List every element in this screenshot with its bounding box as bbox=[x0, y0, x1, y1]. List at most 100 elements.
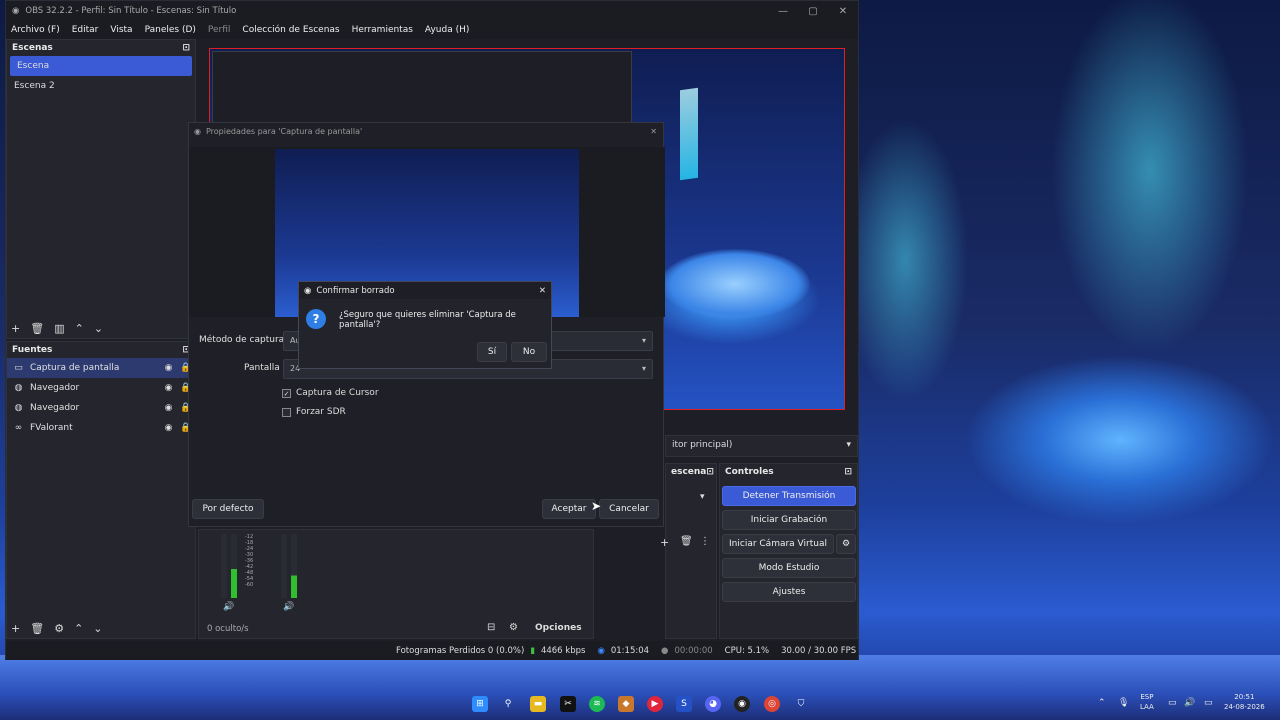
microphone-icon[interactable]: 🎙 bbox=[1118, 698, 1129, 708]
trash-icon[interactable]: 🗑 bbox=[30, 322, 44, 335]
dock-float-icon[interactable]: ⊡ bbox=[706, 467, 714, 477]
arrow-up-icon[interactable]: ⌃ bbox=[75, 322, 84, 335]
start-recording-button[interactable]: Iniciar Grabación bbox=[722, 510, 856, 530]
confirm-title: Confirmar borrado bbox=[316, 285, 395, 296]
accept-button[interactable]: Aceptar bbox=[542, 499, 596, 519]
trash-icon[interactable]: 🗑 bbox=[30, 622, 44, 635]
close-button[interactable]: ✕ bbox=[828, 6, 858, 17]
arrow-up-icon[interactable]: ⌃ bbox=[74, 622, 83, 635]
menu-coleccion[interactable]: Colección de Escenas bbox=[242, 25, 339, 35]
add-icon[interactable]: + bbox=[11, 622, 20, 635]
hidden-count: 0 oculto/s bbox=[207, 624, 249, 634]
add-icon[interactable]: + bbox=[11, 322, 20, 335]
folder-icon[interactable]: ▬ bbox=[530, 696, 546, 712]
media-player-icon[interactable]: ▶ bbox=[647, 696, 663, 712]
studio-mode-button[interactable]: Modo Estudio bbox=[722, 558, 856, 578]
eye-icon[interactable]: ◉ bbox=[163, 363, 174, 373]
preview-nested-window bbox=[212, 51, 632, 131]
stop-stream-button[interactable]: Detener Transmisión bbox=[722, 486, 856, 506]
pillow-shape bbox=[660, 249, 810, 319]
chevron-down-icon: ▾ bbox=[641, 336, 646, 345]
volume-meter-level bbox=[291, 534, 297, 598]
menu-editar[interactable]: Editar bbox=[72, 25, 99, 35]
audio-mixer-dock: -12 -18 -24 -30 -36 -42 -48 -54 -60 🔊 🔊 0 oculto… bbox=[198, 529, 594, 639]
scene-item[interactable]: Escena 2 bbox=[7, 76, 195, 96]
checkbox-checked-icon: ✓ bbox=[282, 388, 291, 398]
mixer-settings-icon[interactable]: ⚙ bbox=[509, 622, 518, 633]
obs-logo-icon: ◉ bbox=[194, 127, 201, 136]
eye-icon[interactable]: ◉ bbox=[163, 403, 174, 413]
yes-button[interactable]: Sí bbox=[477, 342, 507, 362]
dock-float-icon[interactable]: ⊡ bbox=[182, 43, 190, 53]
menu-vista[interactable]: Vista bbox=[110, 25, 132, 35]
obs-taskbar-icon[interactable]: ◉ bbox=[734, 696, 750, 712]
defaults-button[interactable]: Por defecto bbox=[192, 499, 264, 519]
menu-perfil[interactable]: Perfil bbox=[208, 25, 231, 35]
virtual-camera-gear-icon[interactable]: ⚙ bbox=[836, 534, 856, 554]
windows-start-icon[interactable]: ⊞ bbox=[472, 696, 488, 712]
trash-icon[interactable]: 🗑 bbox=[680, 536, 693, 547]
transition-combo[interactable]: itor principal) ▾ bbox=[665, 435, 858, 457]
add-icon[interactable]: + bbox=[660, 536, 669, 549]
menu-ayuda[interactable]: Ayuda (H) bbox=[425, 25, 469, 35]
chevron-up-icon[interactable]: ⌃ bbox=[1098, 698, 1106, 708]
source-item[interactable]: ◍ Navegador ◉ 🔒 bbox=[7, 398, 195, 418]
arrow-down-icon[interactable]: ⌄ bbox=[93, 622, 102, 635]
more-icon[interactable]: ⋮ bbox=[700, 536, 710, 547]
speaker-icon[interactable]: 🔊 bbox=[283, 602, 294, 612]
force-sdr-checkbox[interactable]: Forzar SDR bbox=[282, 407, 346, 417]
maximize-button[interactable]: ▢ bbox=[798, 6, 828, 17]
scenes-title: Escenas bbox=[12, 43, 53, 53]
battery-icon[interactable]: ▭ bbox=[1204, 698, 1213, 708]
globe-icon: ◍ bbox=[14, 383, 23, 393]
clock[interactable]: 20:51 24-08-2026 bbox=[1224, 692, 1265, 712]
menu-archivo[interactable]: Archivo (F) bbox=[11, 25, 60, 35]
cancel-button[interactable]: Cancelar bbox=[599, 499, 659, 519]
chevron-down-icon[interactable]: ▾ bbox=[700, 492, 705, 502]
vpn-shield-icon[interactable]: ⛉ bbox=[793, 696, 809, 712]
scenes-toolbar: + 🗑 ▥ ⌃ ⌄ bbox=[11, 322, 103, 335]
language-indicator[interactable]: ESP LAA bbox=[1140, 692, 1154, 712]
settings-button[interactable]: Ajustes bbox=[722, 582, 856, 602]
menu-herramientas[interactable]: Herramientas bbox=[352, 25, 413, 35]
options-button[interactable]: Opciones bbox=[535, 623, 582, 633]
start-virtual-camera-button[interactable]: Iniciar Cámara Virtual bbox=[722, 534, 834, 554]
taskbar bbox=[0, 690, 1280, 720]
source-item[interactable]: ▭ Captura de pantalla ◉ 🔒 bbox=[7, 358, 195, 378]
volume-meter bbox=[221, 534, 227, 598]
capture-cursor-checkbox[interactable]: ✓ Captura de Cursor bbox=[282, 388, 379, 398]
layout-icon[interactable]: ⊟ bbox=[487, 622, 495, 633]
chrome-icon[interactable]: ◎ bbox=[764, 696, 780, 712]
eye-icon[interactable]: ◉ bbox=[163, 383, 174, 393]
minimize-button[interactable]: — bbox=[768, 6, 798, 17]
confirm-delete-dialog: ◉ Confirmar borrado ✕ ? ¿Seguro que quiere… bbox=[298, 281, 552, 369]
neon-window-shape bbox=[680, 87, 698, 181]
discord-icon[interactable]: ◕ bbox=[705, 696, 721, 712]
speaker-icon[interactable]: 🔊 bbox=[223, 602, 234, 612]
monitor-icon[interactable]: ▭ bbox=[1168, 698, 1177, 708]
scene-item[interactable]: Escena bbox=[10, 56, 192, 76]
volume-meter-level bbox=[231, 534, 237, 598]
s-app-icon[interactable]: S bbox=[676, 696, 692, 712]
menu-paneles[interactable]: Paneles (D) bbox=[145, 25, 196, 35]
stream-icon: ◉ bbox=[597, 645, 605, 656]
source-item[interactable]: ∞ FValorant ◉ 🔒 bbox=[7, 418, 195, 438]
gear-icon[interactable]: ⚙ bbox=[54, 622, 64, 635]
close-icon[interactable]: ✕ bbox=[650, 127, 657, 136]
question-icon: ? bbox=[306, 309, 326, 329]
eye-icon[interactable]: ◉ bbox=[163, 423, 174, 433]
volume-meter bbox=[281, 534, 287, 598]
search-icon[interactable]: ⚲ bbox=[500, 696, 516, 712]
filter-icon[interactable]: ▥ bbox=[54, 322, 64, 335]
shield-app-icon[interactable]: ◆ bbox=[618, 696, 634, 712]
dock-float-icon[interactable]: ⊡ bbox=[844, 467, 852, 477]
spotify-icon[interactable]: ≋ bbox=[589, 696, 605, 712]
arrow-down-icon[interactable]: ⌄ bbox=[94, 322, 103, 335]
volume-icon[interactable]: 🔊 bbox=[1184, 698, 1195, 708]
controls-title: Controles bbox=[725, 467, 774, 477]
capcut-icon[interactable]: ✂ bbox=[560, 696, 576, 712]
close-icon[interactable]: ✕ bbox=[539, 286, 546, 296]
source-item[interactable]: ◍ Navegador ◉ 🔒 bbox=[7, 378, 195, 398]
stream-time: 01:15:04 bbox=[610, 645, 650, 656]
no-button[interactable]: No bbox=[511, 342, 547, 362]
